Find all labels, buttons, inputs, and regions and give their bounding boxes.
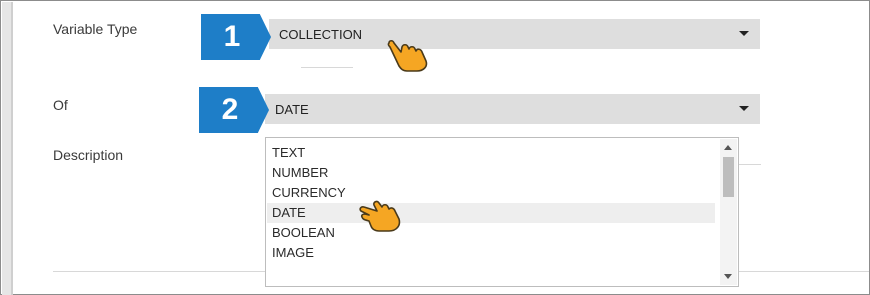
- option-number[interactable]: NUMBER: [267, 163, 715, 183]
- divider: [301, 67, 353, 68]
- option-boolean[interactable]: BOOLEAN: [267, 223, 715, 243]
- step-badge-1: 1: [201, 14, 271, 60]
- option-currency[interactable]: CURRENCY: [267, 183, 715, 203]
- hand-pointer-icon: [359, 200, 401, 232]
- scroll-thumb[interactable]: [723, 157, 734, 197]
- of-label: Of: [53, 97, 68, 113]
- description-field-underline: [739, 164, 761, 165]
- option-date[interactable]: DATE: [267, 203, 715, 223]
- description-label: Description: [53, 147, 124, 163]
- scroll-up-icon[interactable]: [724, 145, 732, 150]
- chevron-down-icon: [739, 106, 749, 111]
- step-number: 1: [223, 20, 241, 53]
- option-image[interactable]: IMAGE: [267, 243, 715, 263]
- variable-type-value: COLLECTION: [279, 26, 363, 42]
- step-badge-2: 2: [199, 87, 269, 133]
- of-value: DATE: [275, 101, 309, 117]
- of-select[interactable]: DATE: [265, 94, 760, 124]
- step-number: 2: [221, 93, 239, 126]
- option-text[interactable]: TEXT: [267, 143, 715, 163]
- form-panel: Variable Type Of Description COLLECTION …: [0, 0, 870, 295]
- hand-pointer-icon: [387, 39, 428, 72]
- variable-type-label: Variable Type: [53, 21, 138, 37]
- variable-type-select[interactable]: COLLECTION: [269, 19, 760, 49]
- dropdown-scrollbar[interactable]: [720, 139, 737, 285]
- chevron-down-icon: [739, 31, 749, 36]
- left-rail: [2, 2, 13, 295]
- of-dropdown-list[interactable]: TEXT NUMBER CURRENCY DATE BOOLEAN IMAGE: [265, 137, 739, 287]
- scroll-down-icon[interactable]: [724, 274, 732, 279]
